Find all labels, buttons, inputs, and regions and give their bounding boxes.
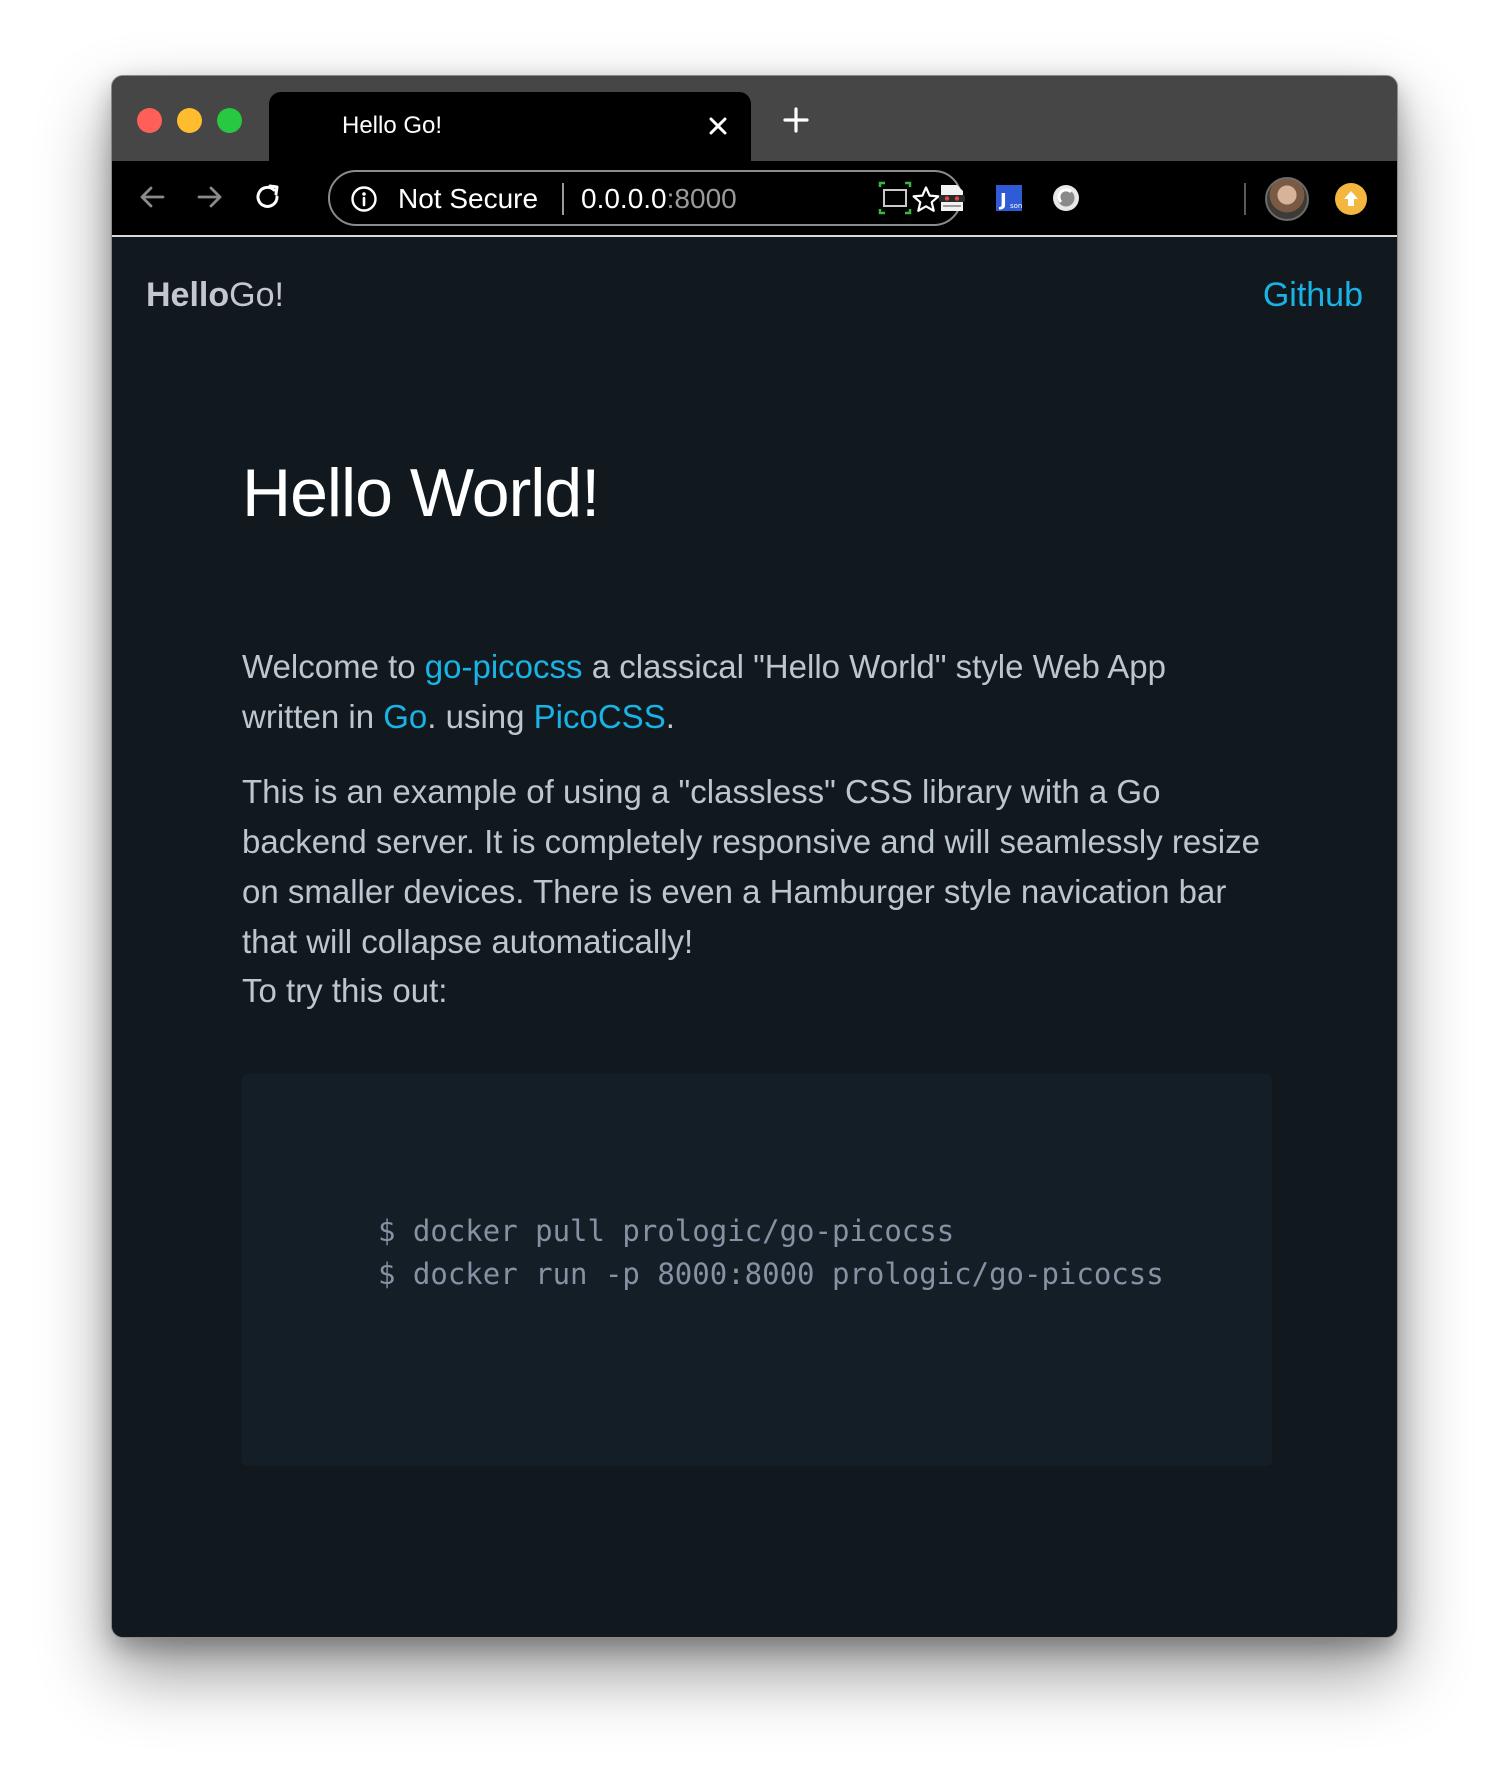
svg-text:son: son xyxy=(1010,202,1022,210)
intro-text-1: Welcome to xyxy=(242,648,425,685)
intro-text-4: . xyxy=(665,698,675,735)
page-viewport: HelloGo! Github Hello World! Welcome to … xyxy=(112,239,1397,1637)
maximize-window-button[interactable] xyxy=(217,108,242,133)
json-extension-icon[interactable]: J son xyxy=(992,181,1026,215)
tab-strip: Hello Go! xyxy=(112,76,1397,161)
address-divider xyxy=(562,183,564,215)
browser-window: Hello Go! Not Secure 0.0.0.0:8000 J son … xyxy=(111,75,1398,1638)
security-label: Not Secure xyxy=(398,183,539,214)
try-it-paragraph: To try this out: xyxy=(242,972,448,1009)
intro-text-3: . using xyxy=(427,698,534,735)
update-icon[interactable] xyxy=(1335,183,1367,215)
active-tab[interactable]: Hello Go! xyxy=(269,92,751,161)
picocss-link[interactable]: PicoCSS xyxy=(534,698,666,735)
go-picocss-link[interactable]: go-picocss xyxy=(425,648,583,685)
brand-regular: Go! xyxy=(229,276,284,314)
go-link[interactable]: Go xyxy=(383,698,427,735)
brand-bold: Hello xyxy=(146,276,230,314)
description-paragraph: This is an example of using a "classless… xyxy=(242,773,1260,960)
code-line-run: $ docker run -p 8000:8000 prologic/go-pi… xyxy=(378,1257,1164,1291)
screenshot-extension-icon[interactable] xyxy=(878,181,912,215)
info-icon[interactable] xyxy=(350,185,378,213)
close-icon[interactable] xyxy=(703,111,733,141)
tab-title: Hello Go! xyxy=(342,112,443,139)
incognito-extension-icon[interactable] xyxy=(935,181,969,215)
url-port: :8000 xyxy=(666,183,737,214)
arrow-right-icon[interactable] xyxy=(192,179,228,215)
close-window-button[interactable] xyxy=(137,108,162,133)
address-bar[interactable]: Not Secure 0.0.0.0:8000 xyxy=(328,170,962,226)
toolbar-divider xyxy=(1244,183,1246,215)
profile-avatar[interactable] xyxy=(1265,177,1309,221)
browser-toolbar: Not Secure 0.0.0.0:8000 J son xyxy=(112,161,1397,237)
minimize-window-button[interactable] xyxy=(177,108,202,133)
svg-text:J: J xyxy=(998,190,1007,211)
arrow-left-icon[interactable] xyxy=(134,179,170,215)
reload-icon[interactable] xyxy=(250,179,286,215)
url-host: 0.0.0.0 xyxy=(581,183,667,214)
code-block: $ docker pull prologic/go-picocss $ dock… xyxy=(242,1074,1272,1466)
intro-paragraph: Welcome to go-picocss a classical "Hello… xyxy=(242,642,1272,742)
page-title: Hello World! xyxy=(242,455,600,531)
nav-github-link[interactable]: Github xyxy=(1263,275,1363,315)
plus-icon[interactable] xyxy=(779,103,813,137)
brand-logo[interactable]: HelloGo! xyxy=(146,275,284,315)
toggle-extension-icon[interactable] xyxy=(1049,181,1083,215)
code-line-pull: $ docker pull prologic/go-picocss xyxy=(378,1214,955,1248)
url-text[interactable]: 0.0.0.0:8000 xyxy=(581,184,737,214)
